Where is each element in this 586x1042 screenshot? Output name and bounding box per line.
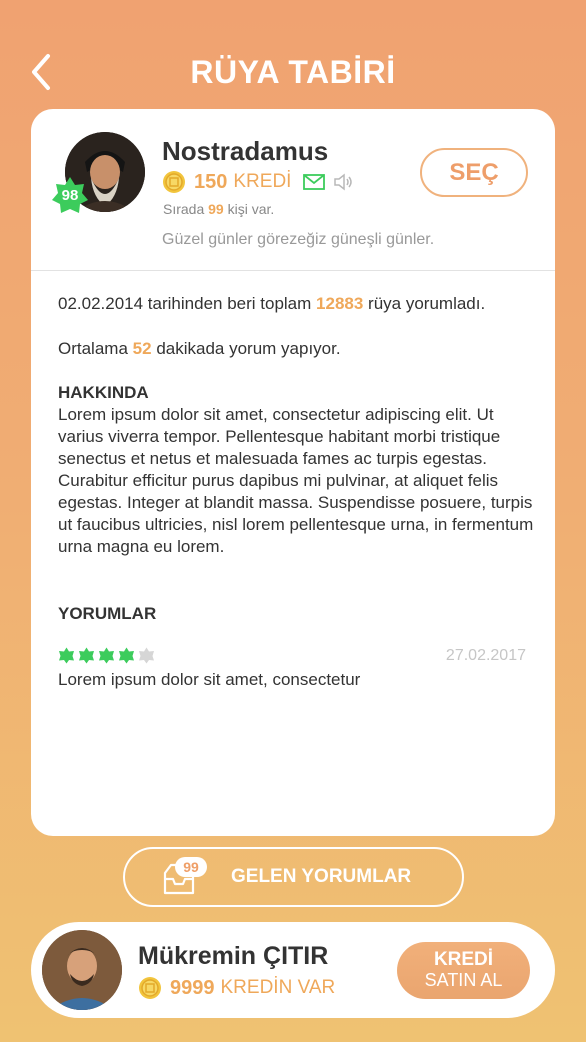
total-prefix: 02.02.2014 tarihinden beri toplam	[58, 294, 312, 313]
level-badge: 98	[51, 176, 89, 214]
coin-icon	[163, 171, 185, 193]
interpreter-motto: Güzel günler görezeğiz güneşli günler.	[162, 231, 435, 248]
star-filled-icon	[119, 647, 134, 664]
total-suffix: rüya yorumladı.	[368, 294, 486, 313]
average-value: 52	[132, 339, 152, 358]
star-filled-icon	[99, 647, 114, 664]
interpreter-avatar-wrap: 98	[52, 132, 145, 213]
about-text: Lorem ipsum dolor sit amet, consectetur …	[58, 405, 534, 556]
interpreter-credit-label: KREDİ	[233, 171, 292, 192]
user-avatar[interactable]	[42, 930, 122, 1010]
reviews-title: YORUMLAR	[58, 604, 157, 623]
queue-count: 99	[208, 201, 224, 217]
average-time: Ortalama 52 dakikada yorum yapıyor.	[58, 338, 538, 360]
about-section: HAKKINDA Lorem ipsum dolor sit amet, con…	[58, 382, 538, 558]
user-credit-value: 9999	[170, 976, 215, 999]
interpreter-name: Nostradamus	[162, 136, 329, 166]
user-credit: 9999 KREDİN VAR	[138, 976, 335, 1000]
received-count-badge: 99	[175, 857, 207, 877]
interpreter-card: 98 Nostradamus 150 KREDİ Sırada 99 kişi …	[31, 109, 555, 836]
received-reviews-button[interactable]: 99 GELEN YORUMLAR	[123, 847, 464, 907]
select-button[interactable]: SEÇ	[420, 148, 528, 197]
user-name: Mükremin ÇITIR	[138, 942, 329, 970]
header: RÜYA TABİRİ	[0, 0, 586, 110]
interpreter-profile: 98 Nostradamus 150 KREDİ Sırada 99 kişi …	[31, 109, 555, 271]
buy-credit-button[interactable]: KREDİ SATIN AL	[397, 942, 530, 999]
review-rating	[58, 647, 158, 664]
average-prefix: Ortalama	[58, 339, 128, 358]
average-suffix: dakikada yorum yapıyor.	[156, 339, 341, 358]
interpreter-credit: 150 KREDİ	[162, 170, 355, 194]
mail-icon[interactable]	[303, 174, 326, 190]
coin-icon	[139, 977, 161, 999]
queue-suffix: kişi var.	[227, 201, 275, 217]
interpreter-credit-value: 150	[194, 170, 228, 193]
about-title: HAKKINDA	[58, 383, 149, 402]
user-bar: Mükremin ÇITIR 9999 KREDİN VAR KREDİ SAT…	[31, 922, 555, 1018]
buy-credit-line2: SATIN AL	[424, 970, 503, 990]
buy-credit-line1: KREDİ	[433, 949, 494, 970]
queue-info: Sırada 99 kişi var.	[163, 201, 274, 217]
review-text: Lorem ipsum dolor sit amet, consectetur	[58, 670, 361, 689]
star-empty-icon	[139, 647, 154, 664]
received-reviews-label: GELEN YORUMLAR	[231, 866, 412, 887]
speaker-icon[interactable]	[333, 172, 355, 192]
user-credit-label: KREDİN VAR	[220, 977, 336, 998]
queue-prefix: Sırada	[163, 201, 205, 217]
level-value: 98	[61, 187, 79, 204]
total-interpretations: 02.02.2014 tarihinden beri toplam 12883 …	[58, 293, 538, 315]
star-filled-icon	[59, 647, 74, 664]
page-title: RÜYA TABİRİ	[190, 54, 396, 90]
review-date: 27.02.2017	[445, 647, 526, 664]
total-count: 12883	[316, 294, 364, 313]
star-filled-icon	[79, 647, 94, 664]
